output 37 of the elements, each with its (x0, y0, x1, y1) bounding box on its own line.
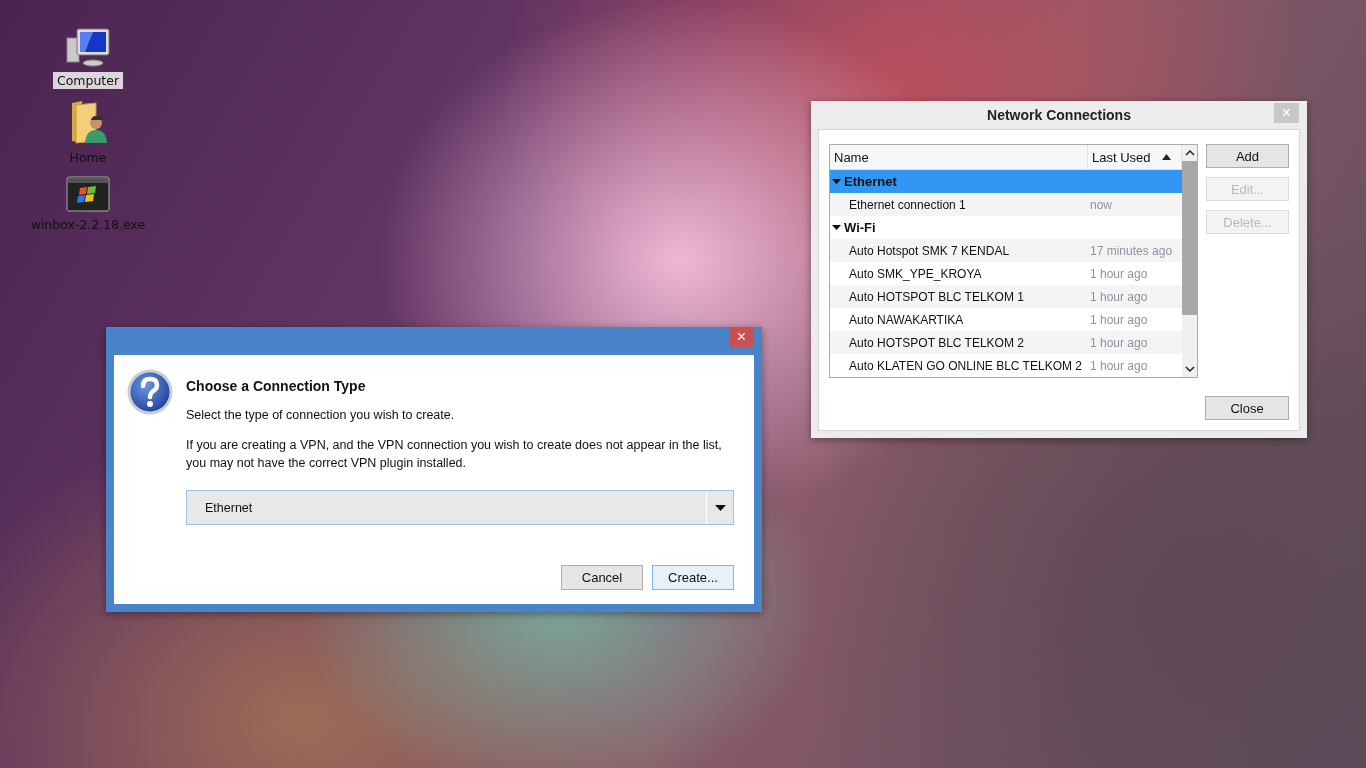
last-used-time: 1 hour ago (1089, 266, 1149, 281)
dropdown-arrow-icon[interactable] (714, 504, 726, 511)
last-used-time: 1 hour ago (1089, 289, 1149, 304)
connection-type-dropdown[interactable]: Ethernet (186, 490, 734, 525)
computer-icon[interactable] (65, 28, 111, 68)
dialog-text: Select the type of connection you wish to create. (186, 407, 456, 424)
close-button[interactable]: × (729, 327, 754, 347)
window-title: Network Connections (987, 107, 1131, 123)
connection-name[interactable]: Auto HOTSPOT BLC TELKOM 1 (830, 289, 1088, 304)
scroll-up-icon[interactable] (1184, 149, 1195, 157)
dialog-note: If you are creating a VPN, and the VPN connection you wish to create does not appear in the list, you may not have the correct VPN plugin installed. (186, 437, 723, 472)
connection-name[interactable]: Auto Hotspot SMK 7 KENDAL (830, 243, 1088, 258)
connection-name[interactable]: Auto SMK_YPE_KROYA (830, 266, 1088, 281)
dialog-button[interactable]: Create... (652, 565, 734, 590)
connection-name[interactable]: Auto KLATEN GO ONLINE BLC TELKOM 2 (830, 358, 1088, 373)
last-used-time: 1 hour ago (1089, 358, 1149, 373)
scroll-down-icon[interactable] (1184, 365, 1195, 373)
connection-name[interactable]: Auto HOTSPOT BLC TELKOM 2 (830, 335, 1088, 350)
last-used-time: 1 hour ago (1089, 335, 1149, 350)
question-icon (127, 369, 173, 415)
dialog-heading: Choose a Connection Type (186, 378, 367, 394)
group-row[interactable]: Wi-Fi (830, 216, 1182, 239)
last-used-time: 17 minutes ago (1089, 243, 1174, 258)
action-button[interactable]: Add (1206, 144, 1289, 168)
expand-arrow-icon[interactable] (832, 223, 841, 232)
connection-name[interactable]: Auto NAWAKARTIKA (830, 312, 1088, 327)
scrollbar[interactable] (1182, 145, 1197, 377)
column-header[interactable]: Name (830, 145, 1088, 169)
expand-arrow-icon[interactable] (832, 177, 841, 186)
last-used-time: 1 hour ago (1089, 312, 1149, 327)
group-row[interactable]: Ethernet (830, 170, 1182, 193)
last-used-time: now (1089, 197, 1113, 212)
close-button[interactable]: Close (1205, 396, 1289, 420)
desktop-icon-label[interactable]: Computer (52, 72, 124, 89)
connection-name[interactable]: Ethernet connection 1 (830, 197, 1088, 212)
dialog-button[interactable]: Cancel (561, 565, 643, 590)
window-flag-icon[interactable] (66, 176, 110, 212)
